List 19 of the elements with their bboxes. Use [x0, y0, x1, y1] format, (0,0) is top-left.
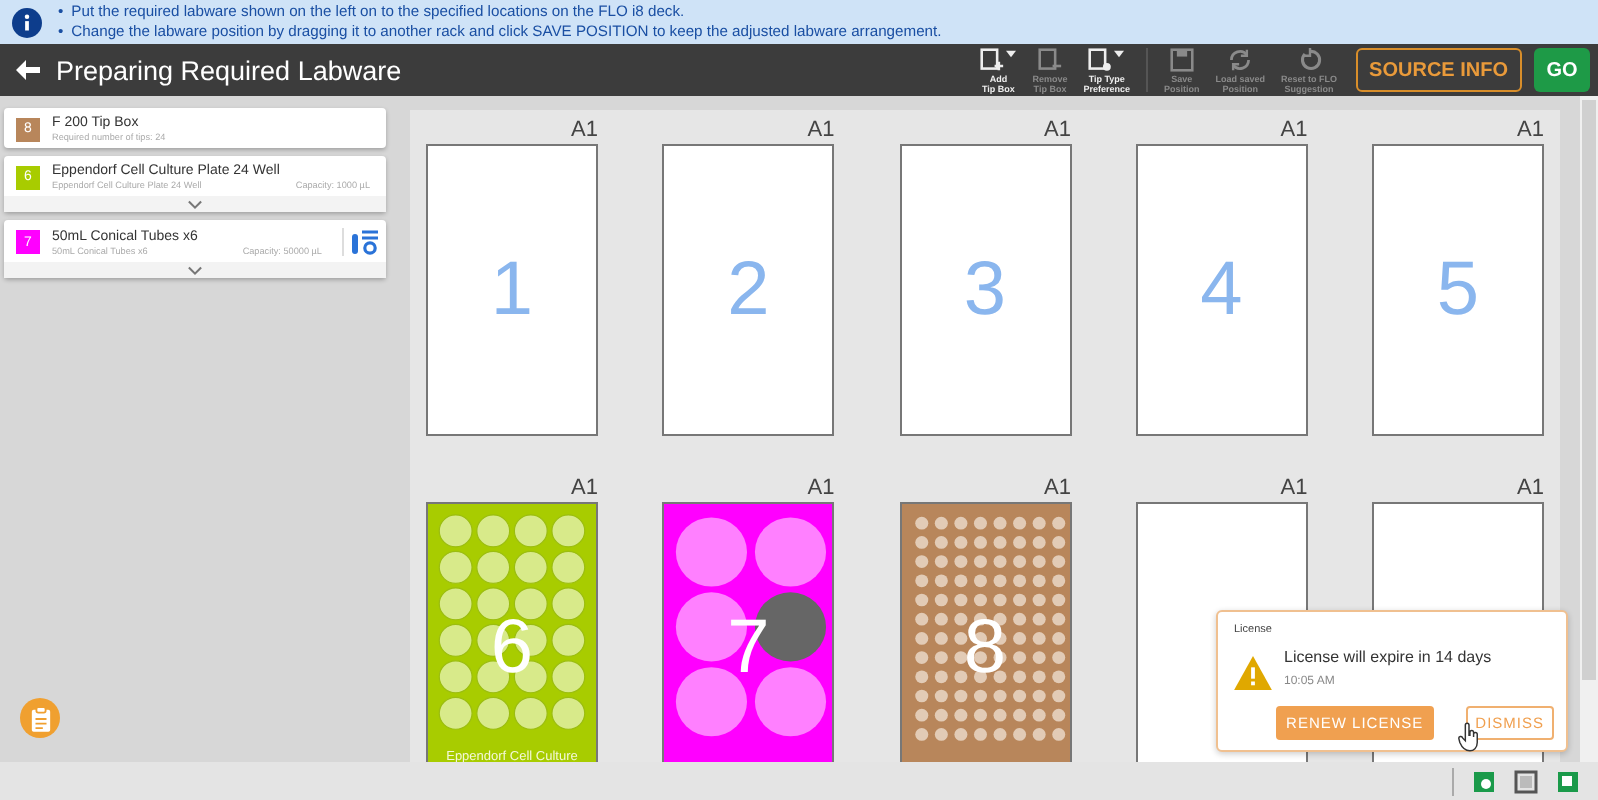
- slot-position: A1: [571, 118, 598, 144]
- slot-number: 4: [1200, 247, 1243, 333]
- slot-number: 3: [963, 247, 1007, 333]
- slot-number: 7: [727, 605, 770, 691]
- slot-position: A1: [1280, 118, 1308, 144]
- slot-position: A1: [1517, 118, 1544, 144]
- slot-position: A1: [1280, 476, 1308, 502]
- slot-number: 5: [1436, 247, 1480, 333]
- slot-position: A1: [807, 476, 835, 502]
- notification-message: License will expire in 14 days: [1284, 648, 1492, 666]
- slot-position: A1: [1517, 476, 1544, 502]
- page-title: Preparing Required Labware: [56, 55, 402, 85]
- slot-number: 8: [963, 605, 1007, 691]
- slot-position: A1: [1044, 476, 1071, 502]
- slot-position: A1: [571, 476, 598, 502]
- slot-position: A1: [807, 118, 835, 144]
- slot-number: 1: [490, 247, 534, 333]
- slot-number: 2: [727, 247, 770, 333]
- slot-position: A1: [1044, 118, 1071, 144]
